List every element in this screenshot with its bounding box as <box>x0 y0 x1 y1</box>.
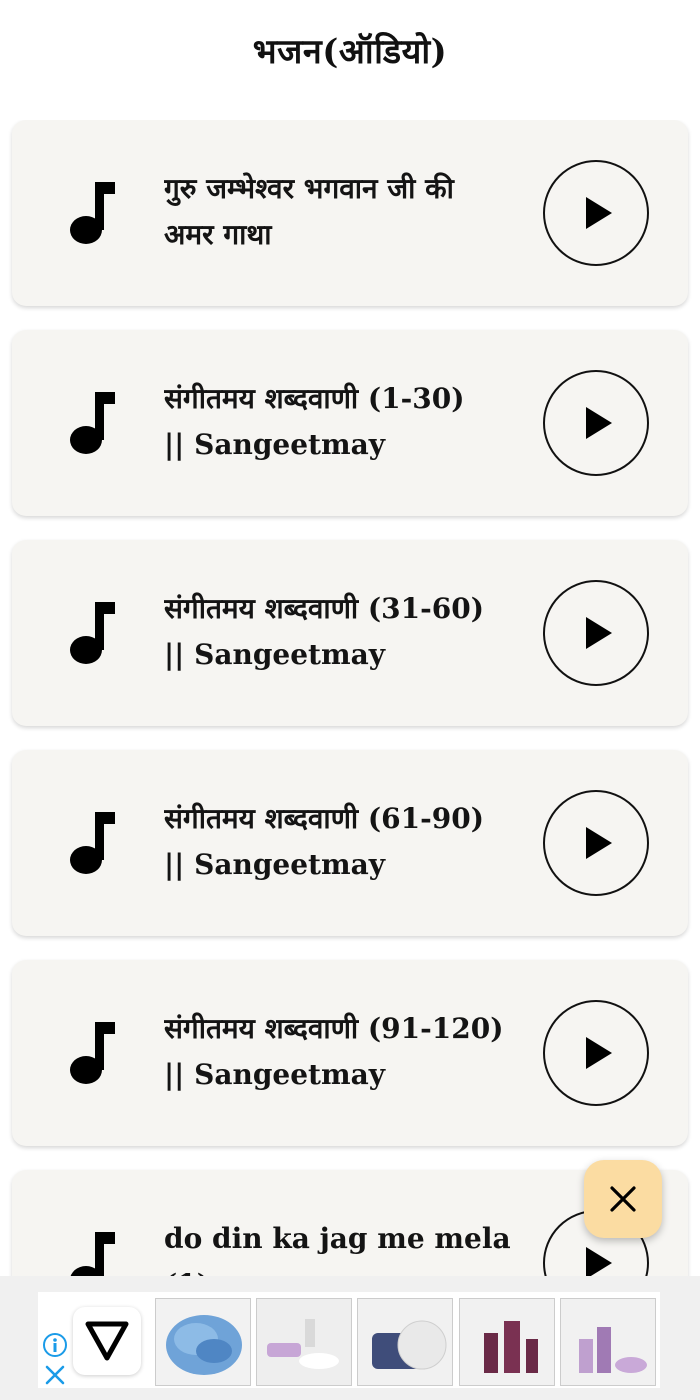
close-fab-button[interactable] <box>584 1160 662 1238</box>
ad-product-image[interactable] <box>256 1298 352 1386</box>
music-note-icon <box>70 392 115 454</box>
loofah-image <box>156 1299 250 1385</box>
info-icon[interactable] <box>42 1332 68 1358</box>
list-item[interactable]: संगीतमय शब्दवाणी (91-120) || Sangeetmay <box>12 960 688 1146</box>
close-icon <box>610 1186 636 1212</box>
item-title: संगीतमय शब्दवाणी (31-60) || Sangeetmay <box>164 592 484 671</box>
play-icon <box>586 1247 612 1276</box>
music-note-icon <box>70 1022 115 1084</box>
item-title: संगीतमय शब्दवाणी (91-120) || Sangeetmay <box>164 1012 504 1091</box>
play-button[interactable] <box>543 580 649 686</box>
list-item[interactable]: गुरु जम्भेश्वर भगवान जी की अमर गाथा <box>12 120 688 306</box>
music-note-icon <box>70 1232 115 1276</box>
play-icon <box>586 827 612 859</box>
play-icon <box>586 617 612 649</box>
cosmetics-image <box>257 1299 351 1385</box>
play-button[interactable] <box>543 1000 649 1106</box>
brand-logo-icon <box>85 1321 129 1361</box>
music-note-icon <box>70 812 115 874</box>
item-title: संगीतमय शब्दवाणी (1-30) || Sangeetmay <box>164 382 465 461</box>
ad-product-image[interactable] <box>459 1298 555 1386</box>
ad-product-image[interactable] <box>560 1298 656 1386</box>
play-icon <box>586 407 612 439</box>
ad-product-image[interactable] <box>155 1298 251 1386</box>
item-title: संगीतमय शब्दवाणी (61-90) || Sangeetmay <box>164 802 484 881</box>
ad-close-icon[interactable] <box>42 1362 68 1388</box>
item-title: गुरु जम्भेश्वर भगवान जी की अमर गाथा <box>164 172 454 251</box>
music-note-icon <box>70 182 115 244</box>
list-item[interactable]: संगीतमय शब्दवाणी (31-60) || Sangeetmay <box>12 540 688 726</box>
ad-brand-logo[interactable] <box>73 1307 141 1375</box>
item-title: do din ka jag me mela (1) <box>164 1222 511 1276</box>
list-item[interactable]: संगीतमय शब्दवाणी (1-30) || Sangeetmay <box>12 330 688 516</box>
audio-list[interactable]: गुरु जम्भेश्वर भगवान जी की अमर गाथा संगी… <box>0 120 700 1276</box>
music-note-icon <box>70 602 115 664</box>
play-button[interactable] <box>543 160 649 266</box>
play-icon <box>586 197 612 229</box>
app-header: भजन(ऑडियो) <box>0 0 700 100</box>
play-button[interactable] <box>543 370 649 476</box>
ad-product-image[interactable] <box>357 1298 453 1386</box>
bottles-image <box>460 1299 554 1385</box>
skincare-set-image <box>561 1299 655 1385</box>
list-item[interactable]: संगीतमय शब्दवाणी (61-90) || Sangeetmay <box>12 750 688 936</box>
cream-jar-image <box>358 1299 452 1385</box>
play-icon <box>586 1037 612 1069</box>
page-title: भजन(ऑडियो) <box>252 32 448 72</box>
play-button[interactable] <box>543 790 649 896</box>
